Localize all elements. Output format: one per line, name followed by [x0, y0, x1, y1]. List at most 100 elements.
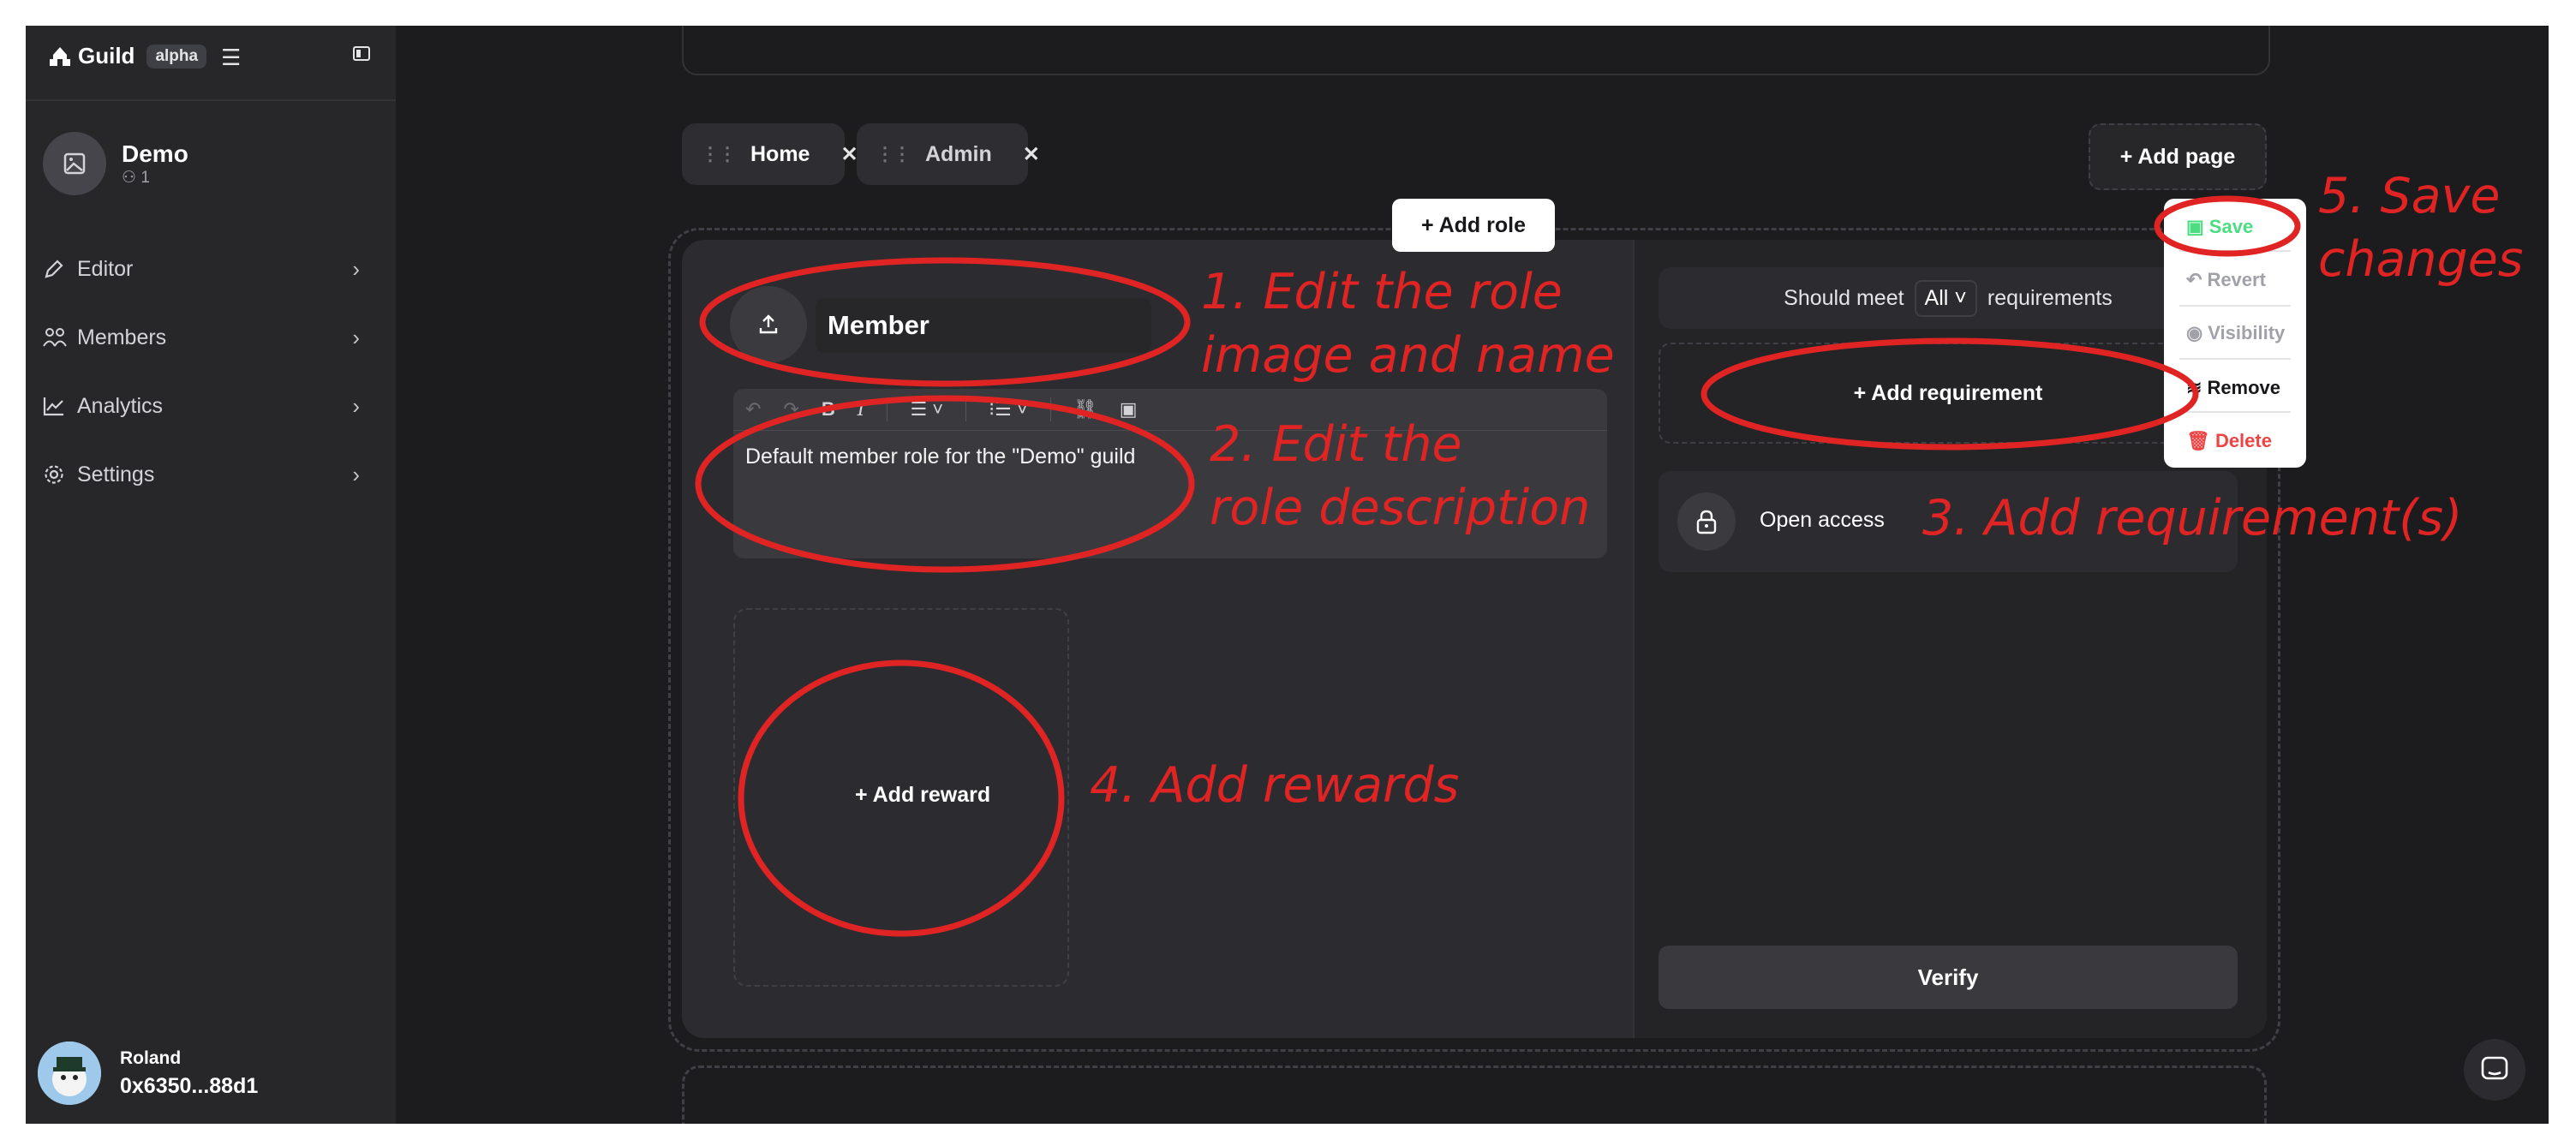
add-role-button[interactable]: + Add role — [1392, 199, 1555, 252]
visibility-menu-item[interactable]: ◉ Visibility — [2186, 322, 2285, 344]
save-menu-item[interactable]: ▣ Save — [2186, 216, 2253, 238]
menu-divider — [2179, 411, 2291, 413]
menu-icon[interactable]: ☰ — [221, 45, 241, 71]
chevron-right-icon: › — [352, 461, 360, 487]
sidebar-item-editor[interactable]: Editor › — [43, 242, 379, 296]
annotation-step-4: 4. Add rewards — [1090, 757, 1460, 814]
add-requirement-button[interactable]: + Add requirement — [1659, 343, 2238, 444]
tab-home[interactable]: ⋮⋮ Home ✕ — [682, 123, 858, 185]
add-page-button[interactable]: + Add page — [2089, 123, 2267, 190]
guild-logo-icon — [50, 46, 70, 66]
close-icon[interactable]: ✕ — [1023, 142, 1040, 167]
tab-admin[interactable]: ⋮⋮ Admin ✕ — [857, 123, 1040, 185]
next-role-card — [682, 1065, 2267, 1124]
save-icon: ▣ — [2186, 216, 2204, 237]
image-icon[interactable]: ▣ — [1120, 398, 1138, 421]
gear-icon — [43, 463, 67, 486]
requirement-logic-bar: Should meet All ˅ requirements — [1659, 267, 2238, 329]
sidebar-item-label: Members — [77, 325, 167, 349]
link-icon[interactable]: ⛓ — [1073, 398, 1097, 421]
alpha-badge: alpha — [146, 44, 207, 69]
image-icon — [63, 152, 86, 175]
delete-menu-item[interactable]: 🗑 Delete — [2186, 430, 2272, 452]
app-window: Guild alpha ☰ Demo ⚇ 1 Editor › Members … — [26, 26, 2549, 1124]
revert-label: Revert — [2207, 269, 2266, 290]
eye-icon: ◉ — [2186, 322, 2203, 343]
pen-icon — [43, 258, 67, 280]
sidebar-item-label: Settings — [77, 462, 155, 486]
drag-handle-icon[interactable]: ⋮⋮ — [876, 143, 911, 165]
annotation-step-3: 3. Add requirement(s) — [1922, 490, 2463, 546]
bullet-list-icon[interactable]: ☰ ˅ — [910, 398, 943, 421]
upload-icon — [759, 314, 778, 334]
users-icon — [43, 326, 67, 349]
chat-support-button[interactable] — [2464, 1039, 2525, 1101]
chat-icon — [2481, 1056, 2508, 1080]
numbered-list-icon[interactable]: ⁝☰ ˅ — [989, 398, 1028, 421]
sidebar-item-label: Editor — [77, 256, 134, 281]
italic-icon[interactable]: I — [858, 399, 865, 421]
annotation-step-1: 1. Edit the role image and name — [1201, 264, 1615, 384]
lock-icon — [1677, 492, 1736, 551]
wallet-address: 0x6350...88d1 — [120, 1073, 259, 1098]
sidebar: Guild alpha ☰ Demo ⚇ 1 Editor › Members … — [26, 26, 396, 1124]
bold-icon[interactable]: B — [822, 398, 835, 421]
chevron-down-icon: ˅ — [1954, 285, 1967, 310]
requirement-logic-select[interactable]: All ˅ — [1914, 279, 1977, 317]
visibility-label: Visibility — [2208, 322, 2286, 343]
user-name: Roland — [120, 1048, 182, 1068]
chevron-right-icon: › — [352, 392, 360, 419]
annotation-step-2: 2. Edit the role description — [1210, 416, 1591, 536]
add-reward-button[interactable]: + Add reward — [855, 783, 990, 808]
chevron-right-icon: › — [352, 324, 360, 350]
member-count-value: 1 — [140, 168, 150, 187]
menu-divider — [2179, 358, 2291, 360]
drag-handle-icon[interactable]: ⋮⋮ — [701, 143, 737, 165]
sidebar-item-label: Analytics — [77, 393, 164, 418]
undo-icon[interactable]: ↶ — [745, 398, 761, 421]
save-label: Save — [2208, 216, 2254, 237]
revert-menu-item[interactable]: ↶ Revert — [2186, 269, 2266, 291]
chart-icon — [43, 396, 67, 416]
close-icon[interactable]: ✕ — [840, 142, 858, 167]
remove-label: Remove — [2207, 377, 2281, 398]
requirement-logic-prefix: Should meet — [1784, 285, 1904, 310]
delete-label: Delete — [2214, 430, 2272, 451]
role-name-input[interactable]: Member — [816, 298, 1151, 353]
requirement-logic-suffix: requirements — [1987, 285, 2113, 310]
guild-name: Demo — [122, 140, 188, 167]
undo-icon: ↶ — [2186, 269, 2202, 290]
sidebar-item-members[interactable]: Members › — [43, 310, 379, 365]
guild-member-count: ⚇ 1 — [122, 168, 188, 188]
logo-text: Guild — [78, 43, 135, 69]
requirement-logic-value: All — [1924, 285, 1949, 310]
guild-avatar — [43, 132, 106, 195]
menu-divider — [2179, 305, 2291, 307]
trash-icon: 🗑 — [2186, 430, 2210, 451]
requirement-label: Open access — [1760, 508, 1885, 532]
sidebar-header: Guild alpha ☰ — [26, 26, 396, 101]
remove-menu-item[interactable]: ≋ Remove — [2186, 377, 2280, 399]
tab-label: Home — [750, 141, 810, 166]
layers-icon: ≋ — [2186, 377, 2202, 398]
sidebar-collapse-icon[interactable] — [353, 46, 370, 61]
toolbar-divider — [887, 397, 888, 421]
sidebar-item-settings[interactable]: Settings › — [43, 447, 379, 502]
guild-logo[interactable]: Guild alpha — [49, 43, 207, 69]
users-small-icon: ⚇ — [122, 168, 137, 187]
role-image-upload[interactable] — [730, 286, 807, 363]
toolbar-divider — [965, 397, 967, 421]
role-actions-menu: ▣ Save ↶ Revert ◉ Visibility ≋ Remove 🗑 Delet… — [2164, 199, 2306, 468]
guild-header[interactable]: Demo ⚇ 1 — [43, 132, 188, 195]
account-section[interactable]: Roland 0x6350...88d1 — [38, 1042, 258, 1105]
tab-label: Admin — [925, 141, 992, 166]
menu-divider — [2179, 250, 2291, 252]
annotation-step-5: 5. Save changes — [2318, 168, 2524, 288]
previous-role-card — [682, 26, 2270, 75]
redo-icon[interactable]: ↷ — [783, 398, 798, 421]
avatar — [38, 1042, 101, 1105]
verify-button[interactable]: Verify — [1659, 946, 2238, 1009]
chevron-right-icon: › — [352, 255, 360, 282]
sidebar-item-analytics[interactable]: Analytics › — [43, 379, 379, 433]
toolbar-divider — [1049, 397, 1051, 421]
